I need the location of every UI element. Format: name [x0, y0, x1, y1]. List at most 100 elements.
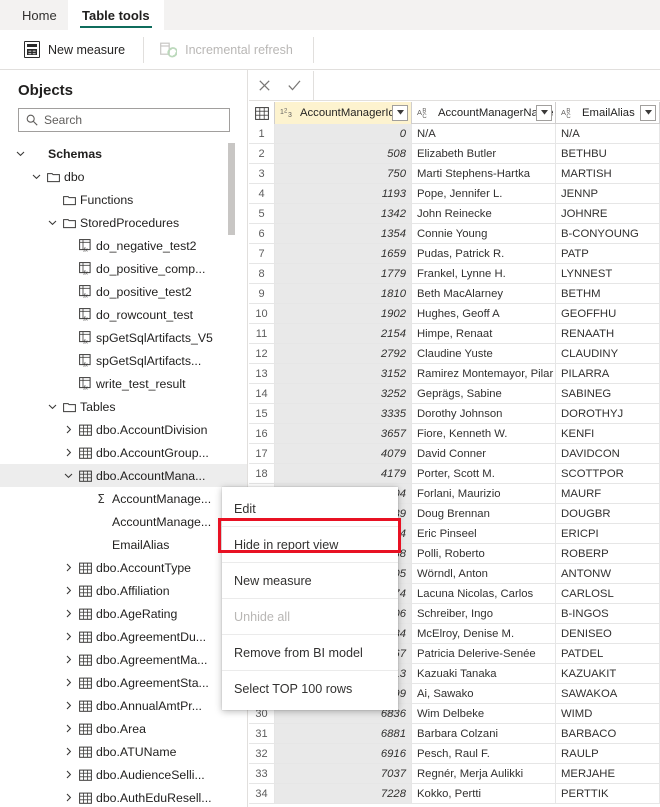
column-header-emailalias[interactable]: A B C EmailAlias — [556, 102, 660, 124]
cell-accountmanagername[interactable]: Doug Brennan — [412, 504, 556, 524]
cell-emailalias[interactable]: B-INGOS — [556, 604, 660, 624]
cell-accountmanagername[interactable]: Beth MacAlarney — [412, 284, 556, 304]
tree-item-do-positive-comp[interactable]: fx do_positive_comp... — [0, 257, 247, 280]
table-row[interactable]: 4 1193 Pope, Jennifer L. JENNP — [249, 184, 660, 204]
cell-emailalias[interactable]: DENISEO — [556, 624, 660, 644]
cell-accountmanagername[interactable]: McElroy, Denise M. — [412, 624, 556, 644]
cell-accountmanagername[interactable]: Fiore, Kenneth W. — [412, 424, 556, 444]
cell-accountmanagername[interactable]: Connie Young — [412, 224, 556, 244]
cell-emailalias[interactable]: KAZUAKIT — [556, 664, 660, 684]
cell-accountmanagerid[interactable]: 1810 — [275, 284, 412, 304]
cell-emailalias[interactable]: BETHM — [556, 284, 660, 304]
table-row[interactable]: 6 1354 Connie Young B-CONYOUNG — [249, 224, 660, 244]
tree-expand-chevron[interactable] — [28, 172, 44, 181]
cell-emailalias[interactable]: CARLOSL — [556, 584, 660, 604]
tree-expand-chevron[interactable] — [60, 747, 76, 756]
cell-emailalias[interactable]: SCOTTPOR — [556, 464, 660, 484]
cell-accountmanagerid[interactable]: 0 — [275, 124, 412, 144]
incremental-refresh-button[interactable]: Incremental refresh — [150, 34, 305, 66]
cell-accountmanagerid[interactable]: 508 — [275, 144, 412, 164]
cell-accountmanagername[interactable]: Geprägs, Sabine — [412, 384, 556, 404]
context-menu-item-new-measure[interactable]: New measure — [222, 563, 398, 598]
tree-item-dbo[interactable]: dbo — [0, 165, 247, 188]
table-row[interactable]: 32 6916 Pesch, Raul F. RAULP — [249, 744, 660, 764]
cell-emailalias[interactable]: PERTTIK — [556, 784, 660, 804]
cell-emailalias[interactable]: DOUGBR — [556, 504, 660, 524]
table-row[interactable]: 15 3335 Dorothy Johnson DOROTHYJ — [249, 404, 660, 424]
tree-item-dbo-annualamtpr[interactable]: dbo.AnnualAmtPr... — [0, 694, 247, 717]
table-row[interactable]: 7 1659 Pudas, Patrick R. PATP — [249, 244, 660, 264]
cell-emailalias[interactable]: RAULP — [556, 744, 660, 764]
tree-expand-chevron[interactable] — [60, 678, 76, 687]
tree-item-dbo-accountdivision[interactable]: dbo.AccountDivision — [0, 418, 247, 441]
tree-expand-chevron[interactable] — [60, 793, 76, 802]
context-menu-item-edit[interactable]: Edit — [222, 491, 398, 526]
cell-accountmanagername[interactable]: Ai, Sawako — [412, 684, 556, 704]
cell-accountmanagername[interactable]: Barbara Colzani — [412, 724, 556, 744]
cell-accountmanagername[interactable]: Schreiber, Ingo — [412, 604, 556, 624]
cell-accountmanagername[interactable]: Ramirez Montemayor, Pilar — [412, 364, 556, 384]
tab-home[interactable]: Home — [8, 0, 71, 30]
table-row[interactable]: 3 750 Marti Stephens-Hartka MARTISH — [249, 164, 660, 184]
tree-item-dbo-affiliation[interactable]: dbo.Affiliation — [0, 579, 247, 602]
tree-item-do-rowcount-test[interactable]: fx do_rowcount_test — [0, 303, 247, 326]
cell-accountmanagername[interactable]: Kokko, Pertti — [412, 784, 556, 804]
cell-accountmanagerid[interactable]: 3335 — [275, 404, 412, 424]
table-row[interactable]: 8 1779 Frankel, Lynne H. LYNNEST — [249, 264, 660, 284]
tree-item-write-test-result[interactable]: fx write_test_result — [0, 372, 247, 395]
table-row[interactable]: 11 2154 Himpe, Renaat RENAATH — [249, 324, 660, 344]
tree-scrollbar[interactable] — [228, 143, 235, 235]
tree-item-schemas[interactable]: Schemas — [0, 142, 247, 165]
cell-accountmanagername[interactable]: Wörndl, Anton — [412, 564, 556, 584]
cell-emailalias[interactable]: PATDEL — [556, 644, 660, 664]
cell-emailalias[interactable]: SAWAKOA — [556, 684, 660, 704]
cell-accountmanagername[interactable]: Marti Stephens-Hartka — [412, 164, 556, 184]
cell-emailalias[interactable]: WIMD — [556, 704, 660, 724]
cell-accountmanagername[interactable]: Wim Delbeke — [412, 704, 556, 724]
tree-expand-chevron[interactable] — [60, 632, 76, 641]
cell-accountmanagerid[interactable]: 4079 — [275, 444, 412, 464]
tree-expand-chevron[interactable] — [60, 471, 76, 480]
tree-expand-chevron[interactable] — [60, 586, 76, 595]
table-row[interactable]: 34 7228 Kokko, Pertti PERTTIK — [249, 784, 660, 804]
cell-accountmanagerid[interactable]: 6881 — [275, 724, 412, 744]
tree-item-dbo-atuname[interactable]: dbo.ATUName — [0, 740, 247, 763]
cell-emailalias[interactable]: B-CONYOUNG — [556, 224, 660, 244]
cell-accountmanagername[interactable]: Polli, Roberto — [412, 544, 556, 564]
cell-accountmanagerid[interactable]: 750 — [275, 164, 412, 184]
cell-accountmanagerid[interactable]: 7228 — [275, 784, 412, 804]
table-row[interactable]: 16 3657 Fiore, Kenneth W. KENFI — [249, 424, 660, 444]
cell-accountmanagername[interactable]: Pesch, Raul F. — [412, 744, 556, 764]
cell-emailalias[interactable]: MERJAHE — [556, 764, 660, 784]
tree-item-accountmanage[interactable]: AccountManage... — [0, 510, 247, 533]
cell-emailalias[interactable]: MARTISH — [556, 164, 660, 184]
cell-emailalias[interactable]: KENFI — [556, 424, 660, 444]
table-row[interactable]: 5 1342 John Reinecke JOHNRE — [249, 204, 660, 224]
cell-emailalias[interactable]: JOHNRE — [556, 204, 660, 224]
cell-emailalias[interactable]: SABINEG — [556, 384, 660, 404]
cell-accountmanagerid[interactable]: 1354 — [275, 224, 412, 244]
formula-field[interactable] — [314, 71, 660, 100]
cell-emailalias[interactable]: N/A — [556, 124, 660, 144]
tree-item-storedprocedures[interactable]: StoredProcedures — [0, 211, 247, 234]
tree-expand-chevron[interactable] — [60, 701, 76, 710]
cell-accountmanagerid[interactable]: 7037 — [275, 764, 412, 784]
column-filter-button-accountmanagername[interactable] — [536, 104, 552, 121]
cell-emailalias[interactable]: ROBERP — [556, 544, 660, 564]
table-row[interactable]: 14 3252 Geprägs, Sabine SABINEG — [249, 384, 660, 404]
cell-accountmanagername[interactable]: Himpe, Renaat — [412, 324, 556, 344]
cell-accountmanagername[interactable]: Claudine Yuste — [412, 344, 556, 364]
tree-item-do-positive-test2[interactable]: fx do_positive_test2 — [0, 280, 247, 303]
tree-expand-chevron[interactable] — [60, 609, 76, 618]
cell-accountmanagername[interactable]: David Conner — [412, 444, 556, 464]
table-row[interactable]: 10 1902 Hughes, Geoff A GEOFFHU — [249, 304, 660, 324]
column-filter-button-emailalias[interactable] — [640, 104, 656, 121]
cell-accountmanagerid[interactable]: 3252 — [275, 384, 412, 404]
tab-table-tools[interactable]: Table tools — [68, 0, 164, 30]
tree-item-emailalias[interactable]: EmailAlias — [0, 533, 247, 556]
cell-accountmanagername[interactable]: Eric Pinseel — [412, 524, 556, 544]
column-filter-button-accountmanagerid[interactable] — [392, 104, 408, 121]
context-menu[interactable]: Edit Hide in report view New measure Unhide… — [222, 487, 398, 710]
context-menu-item-select-top-100-rows[interactable]: Select TOP 100 rows — [222, 671, 398, 706]
table-row[interactable]: 33 7037 Regnér, Merja Aulikki MERJAHE — [249, 764, 660, 784]
